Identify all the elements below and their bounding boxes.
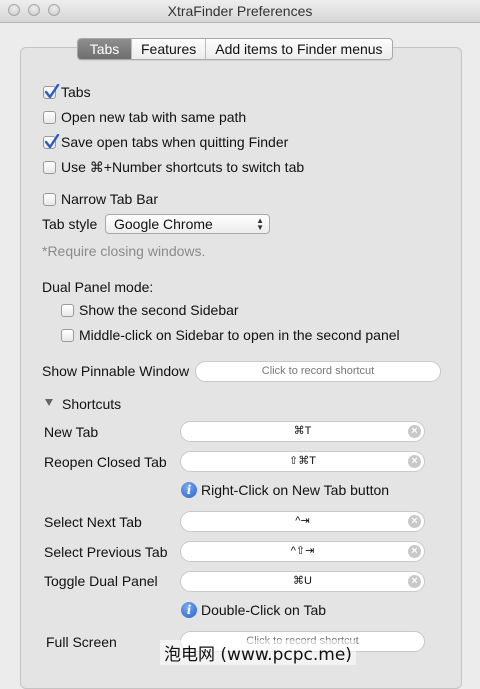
right-click-info-text: Right-Click on New Tab button: [201, 482, 390, 498]
clear-icon[interactable]: ×: [408, 455, 421, 468]
require-closing-note: *Require closing windows.: [42, 243, 206, 259]
cmd-number-label: Use ⌘+Number shortcuts to switch tab: [61, 159, 305, 175]
next-tab-shortcut-value: ^⇥: [295, 515, 310, 527]
info-icon: i: [181, 602, 197, 618]
tab-style-value: Google Chrome: [114, 216, 213, 232]
save-open-tabs-label: Save open tabs when quitting Finder: [61, 134, 289, 150]
updown-arrows-icon: ▲ ▼: [256, 216, 264, 232]
tabs-label: Tabs: [61, 84, 91, 100]
middle-click-label: Middle-click on Sidebar to open in the s…: [79, 327, 400, 343]
tab-style-select[interactable]: Google Chrome ▲ ▼: [105, 214, 270, 234]
title-bar: XtraFinder Preferences: [0, 0, 480, 23]
toggle-dual-shortcut-value: ⌘U: [293, 575, 312, 587]
save-open-tabs-checkbox[interactable]: [43, 133, 60, 149]
double-click-info: i Double-Click on Tab: [181, 602, 326, 618]
next-tab-label: Select Next Tab: [44, 514, 142, 530]
reopen-tab-label: Reopen Closed Tab: [44, 454, 167, 470]
new-tab-same-path-option[interactable]: Open new tab with same path: [43, 109, 246, 125]
window-title: XtraFinder Preferences: [167, 3, 313, 19]
new-tab-same-path-label: Open new tab with same path: [61, 109, 247, 125]
narrow-tab-bar-label: Narrow Tab Bar: [61, 191, 159, 207]
tab-add-items[interactable]: Add items to Finder menus: [205, 39, 391, 59]
narrow-tab-bar-option[interactable]: Narrow Tab Bar: [43, 191, 158, 207]
info-icon: i: [181, 482, 197, 498]
pinnable-window-label: Show Pinnable Window: [42, 363, 190, 379]
new-tab-same-path-checkbox[interactable]: [43, 110, 56, 124]
tab-bar: Tabs Features Add items to Finder menus: [77, 38, 393, 60]
prev-tab-label: Select Previous Tab: [44, 544, 168, 560]
second-sidebar-label: Show the second Sidebar: [79, 302, 239, 318]
prev-tab-shortcut-field[interactable]: ^⇧⇥ ×: [180, 541, 425, 562]
watermark: 泡电网 (www.pcpc.me): [160, 640, 356, 665]
middle-click-option[interactable]: Middle-click on Sidebar to open in the s…: [61, 327, 400, 343]
cmd-number-checkbox[interactable]: [43, 161, 56, 174]
narrow-tab-bar-checkbox[interactable]: [43, 192, 56, 206]
full-screen-label: Full Screen: [46, 634, 117, 650]
tabs-option[interactable]: Tabs: [43, 83, 91, 100]
toggle-dual-shortcut-field[interactable]: ⌘U ×: [180, 571, 425, 592]
reopen-tab-shortcut-value: ⇧⌘T: [289, 455, 316, 467]
tab-style-label: Tab style: [42, 216, 98, 232]
pinnable-shortcut-field[interactable]: Click to record shortcut: [195, 361, 441, 382]
cmd-number-option[interactable]: Use ⌘+Number shortcuts to switch tab: [43, 159, 304, 176]
tabs-checkbox[interactable]: [43, 83, 60, 99]
clear-icon[interactable]: ×: [408, 575, 421, 588]
reopen-tab-shortcut-field[interactable]: ⇧⌘T ×: [180, 451, 425, 472]
new-tab-shortcut-value: ⌘T: [293, 425, 312, 437]
clear-icon[interactable]: ×: [408, 515, 421, 528]
tab-features[interactable]: Features: [131, 39, 205, 59]
tab-tabs[interactable]: Tabs: [78, 39, 131, 59]
dual-panel-label: Dual Panel mode:: [42, 279, 154, 295]
prev-tab-shortcut-value: ^⇧⇥: [290, 545, 315, 557]
save-open-tabs-option[interactable]: Save open tabs when quitting Finder: [43, 133, 289, 150]
second-sidebar-checkbox[interactable]: [61, 303, 74, 317]
double-click-info-text: Double-Click on Tab: [201, 602, 327, 618]
shortcuts-header[interactable]: Shortcuts: [62, 396, 121, 412]
second-sidebar-option[interactable]: Show the second Sidebar: [61, 302, 239, 318]
right-click-info: i Right-Click on New Tab button: [181, 482, 389, 498]
new-tab-label: New Tab: [44, 424, 99, 440]
clear-icon[interactable]: ×: [408, 545, 421, 558]
toggle-dual-label: Toggle Dual Panel: [44, 573, 158, 589]
middle-click-checkbox[interactable]: [61, 328, 74, 342]
disclosure-triangle-icon[interactable]: [45, 399, 53, 406]
next-tab-shortcut-field[interactable]: ^⇥ ×: [180, 511, 425, 532]
clear-icon[interactable]: ×: [408, 425, 421, 438]
new-tab-shortcut-field[interactable]: ⌘T ×: [180, 421, 425, 442]
